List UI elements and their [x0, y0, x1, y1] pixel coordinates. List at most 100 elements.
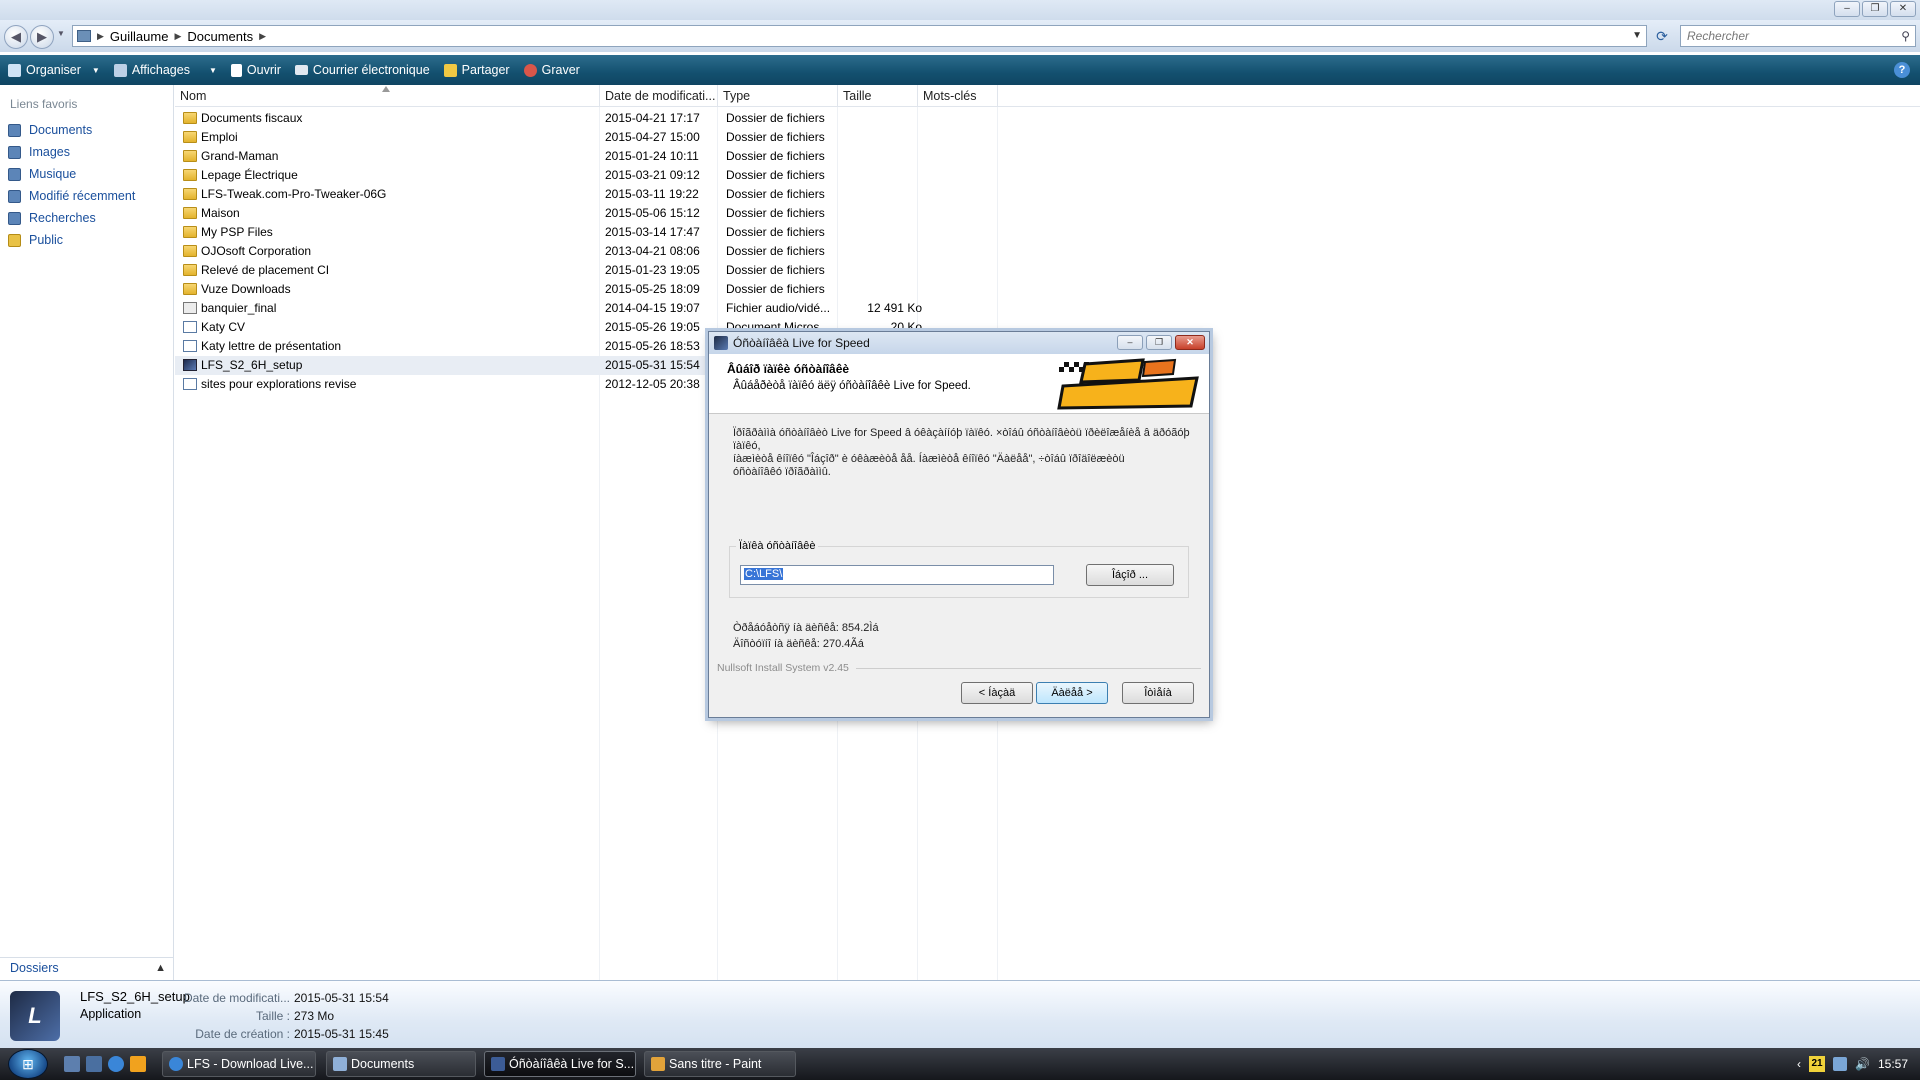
- table-row[interactable]: Relevé de placement CI 2015-01-23 19:05 Do…: [175, 261, 995, 280]
- installer-dialog: Óñòàíîâêà Live for Speed – ❐ ✕ Âûáîð ïàï…: [708, 331, 1210, 718]
- divider: [856, 668, 1201, 669]
- burn-button[interactable]: Graver: [523, 63, 580, 77]
- documents-icon: [8, 123, 21, 137]
- clock[interactable]: 15:57: [1878, 1057, 1908, 1071]
- chevron-right-icon[interactable]: ▶: [97, 31, 104, 42]
- chevron-right-icon[interactable]: ▶: [259, 31, 266, 42]
- table-row[interactable]: Vuze Downloads 2015-05-25 18:09 Dossier de…: [175, 280, 995, 299]
- share-button[interactable]: Partager: [443, 63, 510, 77]
- maximize-button[interactable]: ❐: [1862, 1, 1888, 17]
- file-type-cell: Dossier de fichiers: [726, 225, 825, 239]
- back-button[interactable]: ◀: [4, 25, 28, 49]
- start-button[interactable]: ⊞: [8, 1049, 48, 1079]
- address-field[interactable]: ▶ Guillaume ▶ Documents ▶ ▼: [72, 25, 1647, 47]
- network-icon[interactable]: [1833, 1057, 1848, 1071]
- details-size-value: 273 Mo: [294, 1009, 335, 1023]
- breadcrumb-documents[interactable]: Documents: [187, 29, 253, 44]
- minimize-button[interactable]: –: [1834, 1, 1860, 17]
- refresh-icon[interactable]: ⟳: [1652, 25, 1672, 47]
- calendar-icon[interactable]: 21: [1809, 1056, 1826, 1072]
- folders-toggle[interactable]: Dossiers ▲: [0, 957, 174, 979]
- table-row[interactable]: OJOsoft Corporation 2013-04-21 08:06 Dossi…: [175, 242, 995, 261]
- dialog-close-button[interactable]: ✕: [1175, 335, 1205, 350]
- chevron-down-icon[interactable]: ▼: [1632, 26, 1642, 46]
- task-paint[interactable]: Sans titre - Paint: [644, 1051, 796, 1077]
- task-lfs-download[interactable]: LFS - Download Live...: [162, 1051, 316, 1077]
- volume-icon[interactable]: 🔊: [1855, 1057, 1870, 1071]
- file-type-cell: Fichier audio/vidé...: [726, 301, 831, 315]
- file-type-cell: Dossier de fichiers: [726, 130, 825, 144]
- file-date-cell: 2015-03-14 17:47: [605, 225, 700, 239]
- sidebar-item-recent[interactable]: Modifié récemment: [0, 185, 173, 207]
- file-name-cell: Katy CV: [201, 320, 246, 334]
- sidebar-item-label: Musique: [29, 167, 77, 181]
- column-header-type[interactable]: Type: [718, 85, 838, 107]
- system-tray: ‹ 21 🔊 15:57: [1797, 1048, 1920, 1080]
- back-button[interactable]: < Íàçàä: [961, 682, 1033, 704]
- navigation-pane: Liens favoris Documents Images Musique M…: [0, 85, 174, 980]
- task-installer[interactable]: Óñòàíîâêà Live for S...: [484, 1051, 636, 1077]
- folder-icon: [183, 207, 197, 219]
- table-row[interactable]: Documents fiscaux 2015-04-21 17:17 Dossier…: [175, 109, 995, 128]
- folder-icon: [183, 131, 197, 143]
- open-button[interactable]: Ouvrir: [230, 63, 281, 77]
- file-type-cell: Dossier de fichiers: [726, 168, 825, 182]
- organize-button[interactable]: Organiser ▼: [8, 63, 100, 77]
- chevron-left-icon[interactable]: ‹: [1797, 1057, 1801, 1071]
- dialog-minimize-button[interactable]: –: [1117, 335, 1143, 350]
- sidebar-item-documents[interactable]: Documents: [0, 119, 173, 141]
- close-button[interactable]: ✕: [1890, 1, 1916, 17]
- sidebar-item-images[interactable]: Images: [0, 141, 173, 163]
- column-header-size[interactable]: Taille: [838, 85, 918, 107]
- sidebar-item-searches[interactable]: Recherches: [0, 207, 173, 229]
- cancel-button[interactable]: Îòìåíà: [1122, 682, 1194, 704]
- browse-button[interactable]: Îáçîð ...: [1086, 564, 1174, 586]
- task-label: Sans titre - Paint: [669, 1057, 762, 1071]
- folder-icon: [183, 150, 197, 162]
- email-button[interactable]: Courrier électronique: [294, 63, 430, 77]
- word-document-icon: [183, 340, 197, 352]
- help-icon[interactable]: ?: [1894, 62, 1910, 78]
- chevron-right-icon[interactable]: ▶: [174, 31, 181, 42]
- file-type-cell: Dossier de fichiers: [726, 111, 825, 125]
- table-row[interactable]: banquier_final 2014-04-15 19:07 Fichier au…: [175, 299, 995, 318]
- search-icon[interactable]: ⚲: [1901, 26, 1910, 46]
- views-button[interactable]: Affichages ▼: [113, 63, 217, 77]
- share-label: Partager: [461, 63, 510, 77]
- table-row[interactable]: Maison 2015-05-06 15:12 Dossier de fichier…: [175, 204, 995, 223]
- install-path-input[interactable]: C:\LFS\: [740, 565, 1054, 585]
- breadcrumb-guillaume[interactable]: Guillaume: [110, 29, 169, 44]
- details-modified-value: 2015-05-31 15:54: [294, 991, 389, 1005]
- internet-explorer-icon[interactable]: [108, 1056, 124, 1072]
- folder-icon: [183, 226, 197, 238]
- table-row[interactable]: Grand-Maman 2015-01-24 10:11 Dossier de fi…: [175, 147, 995, 166]
- space-required: Òðåáóåòñÿ íà äèñêå: 854.2Ìá: [733, 622, 879, 634]
- file-name-cell: banquier_final: [201, 301, 277, 315]
- column-headers: Nom Date de modificati... Type Taille Mo…: [175, 85, 1920, 107]
- sidebar-item-music[interactable]: Musique: [0, 163, 173, 185]
- word-document-icon: [183, 378, 197, 390]
- forward-button[interactable]: ▶: [30, 25, 54, 49]
- word-document-icon: [183, 321, 197, 333]
- dialog-maximize-button[interactable]: ❐: [1146, 335, 1172, 350]
- outlook-icon[interactable]: [130, 1056, 146, 1072]
- task-documents[interactable]: Documents: [326, 1051, 476, 1077]
- table-row[interactable]: My PSP Files 2015-03-14 17:47 Dossier de f…: [175, 223, 995, 242]
- install-folder-label: Ïàïêà óñòàíîâêè: [736, 540, 819, 552]
- sidebar-item-label: Public: [29, 233, 64, 247]
- column-header-date[interactable]: Date de modificati...: [600, 85, 718, 107]
- sidebar-item-public[interactable]: Public: [0, 229, 173, 251]
- chevron-up-icon[interactable]: ▲: [155, 958, 166, 979]
- switch-windows-icon[interactable]: [86, 1056, 102, 1072]
- search-input[interactable]: Rechercher ⚲: [1680, 25, 1916, 47]
- images-icon: [8, 145, 21, 159]
- column-header-keywords[interactable]: Mots-clés: [918, 85, 998, 107]
- file-size-cell: [843, 128, 922, 147]
- file-size-cell: [843, 242, 922, 261]
- table-row[interactable]: Emploi 2015-04-27 15:00 Dossier de fichier…: [175, 128, 995, 147]
- table-row[interactable]: LFS-Tweak.com-Pro-Tweaker-06G 2015-03-11 …: [175, 185, 995, 204]
- table-row[interactable]: Lepage Électrique 2015-03-21 09:12 Dossier…: [175, 166, 995, 185]
- next-button[interactable]: Äàëåå >: [1036, 682, 1108, 704]
- history-dropdown-icon[interactable]: ▼: [57, 29, 65, 38]
- show-desktop-icon[interactable]: [64, 1056, 80, 1072]
